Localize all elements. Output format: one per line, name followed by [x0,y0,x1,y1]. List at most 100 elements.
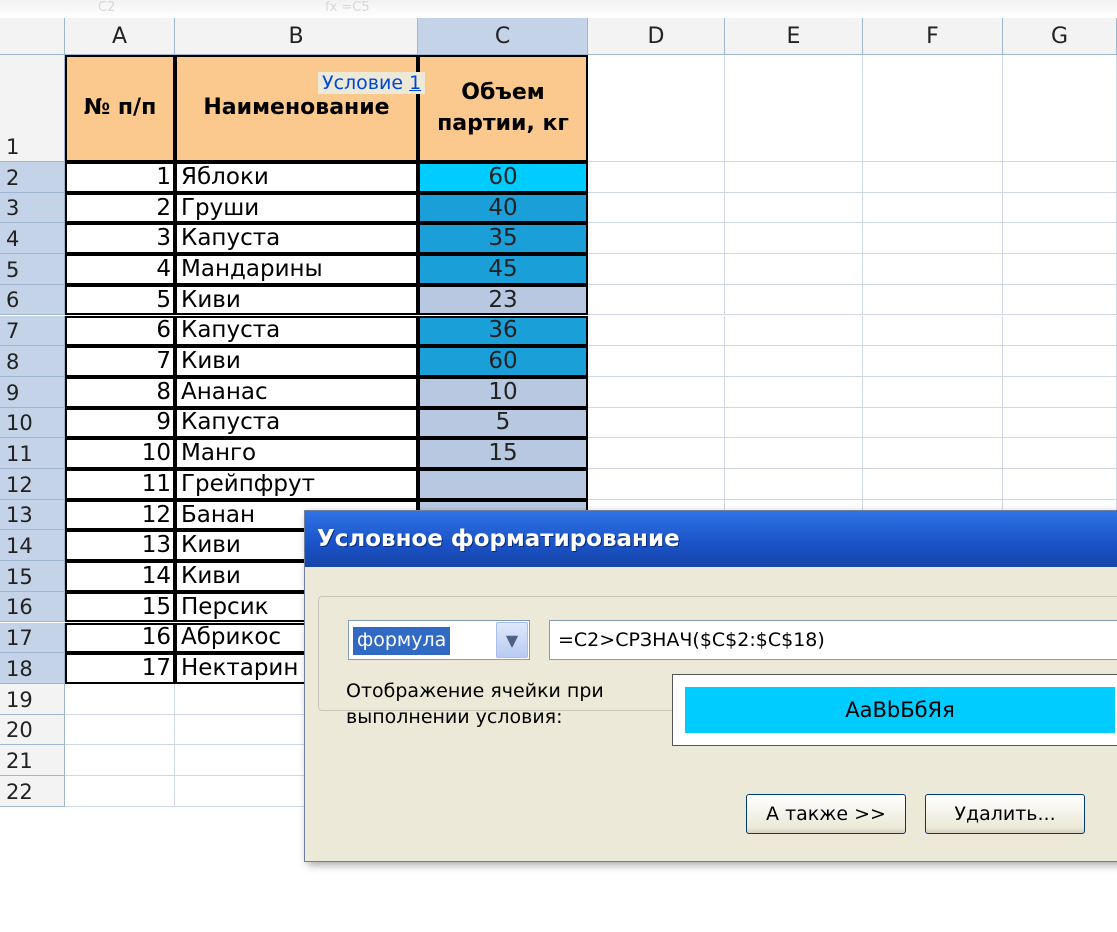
cell[interactable] [863,162,1003,193]
cell-volume[interactable] [418,469,588,500]
row-header[interactable]: 11 [0,438,65,469]
cell-name[interactable]: Ананас [175,376,418,408]
row-header[interactable]: 10 [0,407,65,439]
row-header[interactable]: 8 [0,346,65,377]
cell[interactable] [725,284,863,316]
cell[interactable] [1003,284,1117,316]
cell[interactable] [1003,376,1117,408]
cell-number[interactable]: 4 [65,254,175,285]
cell-number[interactable]: 9 [65,407,175,439]
header-cell-number[interactable]: № п/п [65,55,175,162]
cell[interactable] [725,407,863,439]
cell-number[interactable]: 15 [65,591,175,623]
cell[interactable] [725,438,863,469]
row-header[interactable]: 16 [0,591,65,623]
cell-volume[interactable]: 15 [418,438,588,469]
cell-number[interactable]: 16 [65,622,175,654]
row-header[interactable]: 13 [0,499,65,531]
cell-number[interactable]: 3 [65,223,175,255]
cell[interactable] [1003,55,1117,162]
cell[interactable] [725,254,863,285]
cell[interactable] [863,254,1003,285]
cell-name[interactable]: Капуста [175,223,418,255]
cell-name[interactable]: Грейпфрут [175,469,418,500]
cell[interactable] [863,55,1003,162]
cell-number[interactable] [65,745,175,776]
row-header[interactable]: 21 [0,745,65,776]
cell[interactable] [588,192,725,224]
cell-number[interactable]: 11 [65,469,175,500]
cell-number[interactable]: 10 [65,438,175,469]
cell-number[interactable]: 14 [65,561,175,592]
cell[interactable] [725,376,863,408]
cell-name[interactable]: Капуста [175,407,418,439]
cell[interactable] [725,469,863,500]
cell[interactable] [588,438,725,469]
cell-volume[interactable]: 23 [418,284,588,316]
cell-number[interactable]: 13 [65,530,175,562]
cell-number[interactable]: 17 [65,653,175,684]
cell-volume[interactable]: 40 [418,192,588,224]
cell-number[interactable] [65,776,175,807]
cell[interactable] [588,407,725,439]
cell-name[interactable]: Киви [175,284,418,316]
cell-volume[interactable]: 45 [418,254,588,285]
chevron-down-icon[interactable]: ▼ [496,622,528,658]
column-header-a[interactable]: A [65,18,175,55]
cell-volume[interactable]: 35 [418,223,588,255]
row-header[interactable]: 1 [0,55,65,162]
cell[interactable] [588,254,725,285]
cell-number[interactable]: 12 [65,499,175,531]
cell[interactable] [863,469,1003,500]
row-header[interactable]: 4 [0,223,65,255]
cell[interactable] [863,315,1003,347]
cell[interactable] [588,469,725,500]
add-condition-button[interactable]: А также >> [746,794,906,834]
cell[interactable] [863,376,1003,408]
cell[interactable] [1003,223,1117,255]
cell[interactable] [588,223,725,255]
cell-name[interactable]: Капуста [175,315,418,347]
row-header[interactable]: 17 [0,622,65,654]
row-header[interactable]: 7 [0,315,65,347]
cell-volume[interactable]: 5 [418,407,588,439]
cell-name[interactable]: Мандарины [175,254,418,285]
cell-number[interactable]: 5 [65,284,175,316]
cell[interactable] [863,192,1003,224]
select-all-corner[interactable] [0,18,65,55]
cell[interactable] [725,192,863,224]
cell-name[interactable]: Груши [175,192,418,224]
column-header-f[interactable]: F [863,18,1003,55]
column-header-c[interactable]: C [418,18,588,55]
dialog-title[interactable]: Условное форматирование [305,511,1117,567]
cell[interactable] [1003,407,1117,439]
row-header[interactable]: 19 [0,683,65,715]
cell[interactable] [863,407,1003,439]
header-cell-volume[interactable]: Объем партии, кг [418,55,588,162]
row-header[interactable]: 2 [0,162,65,193]
cell[interactable] [725,346,863,377]
cell[interactable] [1003,315,1117,347]
cell[interactable] [725,223,863,255]
cell-volume[interactable]: 60 [418,346,588,377]
delete-condition-button[interactable]: Удалить... [925,794,1085,834]
cell-volume[interactable]: 10 [418,376,588,408]
column-header-g[interactable]: G [1003,18,1117,55]
cell[interactable] [863,223,1003,255]
cell-number[interactable] [65,683,175,715]
row-header[interactable]: 5 [0,254,65,285]
cell[interactable] [725,162,863,193]
cell[interactable] [1003,192,1117,224]
condition-type-select[interactable]: формула ▼ [348,620,530,660]
cell[interactable] [588,315,725,347]
cell[interactable] [725,55,863,162]
cell[interactable] [863,284,1003,316]
row-header[interactable]: 12 [0,469,65,500]
cell[interactable] [588,346,725,377]
row-header[interactable]: 18 [0,653,65,684]
cell[interactable] [588,376,725,408]
cell-number[interactable]: 8 [65,376,175,408]
cell-name[interactable]: Яблоки [175,162,418,193]
column-header-e[interactable]: E [725,18,863,55]
cell[interactable] [588,55,725,162]
